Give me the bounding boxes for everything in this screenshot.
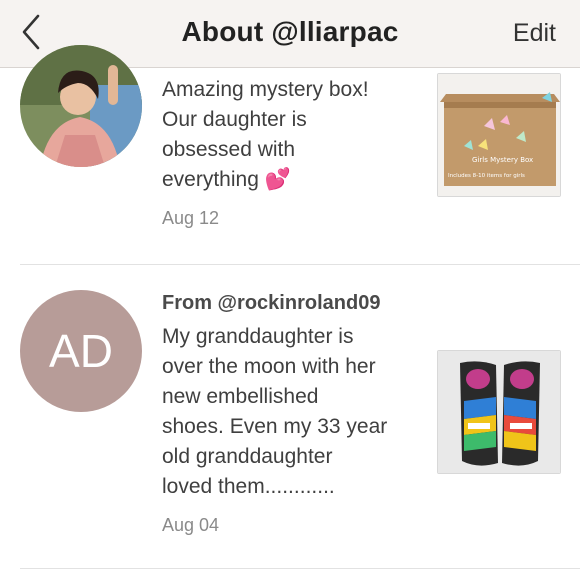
divider [20,568,580,569]
reviewer-avatar[interactable] [20,45,142,167]
review-line: Amazing mystery box! [162,78,369,101]
review-line: over the moon with her [162,355,376,378]
review-line: everything 💕 [162,168,291,191]
review-text: From @rockinroland09 My granddaughter is… [162,288,432,540]
review-line: new embellished [162,385,319,408]
mystery-box-image: Girls Mystery Box Includes 8-10 items fo… [438,74,560,196]
avatar-initials: AD [20,290,142,412]
review-line: old granddaughter [162,445,333,468]
review-date: Aug 12 [162,208,220,228]
review-line: obsessed with [162,138,296,161]
thumb-label: Girls Mystery Box [472,156,533,164]
thumb-sublabel: Includes 8-10 items for girls [448,173,525,179]
divider [20,264,580,265]
listing-thumbnail[interactable] [437,350,561,474]
review-line: Our daughter is [162,108,307,131]
page-title: About @lliarpac [181,16,399,47]
review-date: Aug 04 [162,515,220,535]
review-text: Amazing mystery box! Our daughter is obs… [162,75,424,233]
shoes-image [438,351,560,473]
review-line: My granddaughter is [162,325,354,348]
review-line: shoes. Even my 33 year [162,415,388,438]
review-line: loved them............ [162,475,335,498]
reviewer-avatar[interactable]: AD [20,290,142,412]
review-author[interactable]: From @rockinroland09 [162,288,432,318]
listing-thumbnail[interactable]: Girls Mystery Box Includes 8-10 items fo… [437,73,561,197]
edit-button[interactable]: Edit [513,19,556,48]
avatar-photo [20,45,142,167]
